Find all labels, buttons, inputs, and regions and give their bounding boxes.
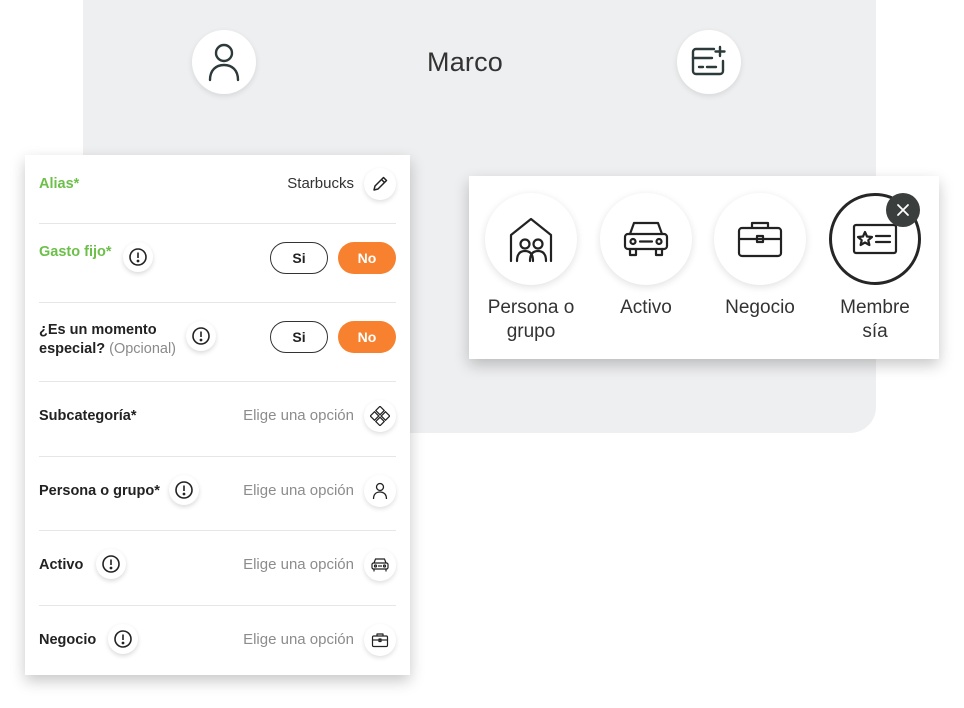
negocio-info-button[interactable]	[108, 624, 138, 654]
momento-especial-label-line1: ¿Es un momento	[39, 322, 157, 338]
activo-label: Activo	[39, 557, 84, 573]
pencil-icon	[373, 176, 388, 191]
car-icon	[623, 221, 669, 257]
optional-hint: (Opcional)	[109, 341, 177, 357]
membership-card-icon	[852, 223, 898, 255]
car-icon	[371, 558, 389, 572]
option-membresia-label-line2: sía	[862, 321, 888, 342]
category-selector-popup: Persona o grupo Activo Negocio Membre sí…	[469, 176, 939, 359]
subcategoria-label: Subcategoría*	[39, 408, 137, 424]
form-row-activo: Activo Elige una opción	[39, 530, 396, 606]
negocio-label: Negocio	[39, 632, 97, 648]
option-negocio-circle[interactable]	[714, 193, 806, 285]
info-icon	[129, 248, 147, 266]
gasto-fijo-info-button[interactable]	[123, 242, 153, 272]
briefcase-icon	[737, 221, 783, 258]
activo-info-button[interactable]	[96, 549, 126, 579]
negocio-button[interactable]	[364, 624, 396, 656]
info-icon	[192, 327, 210, 345]
option-membresia-label-line1: Membre	[840, 297, 910, 318]
option-membresia-label: Membre sía	[818, 296, 932, 344]
alias-value[interactable]: Starbucks	[287, 175, 354, 192]
add-card-icon	[691, 45, 726, 76]
option-activo-label: Activo	[620, 297, 672, 318]
expense-form: Alias* Starbucks Gasto fijo* Si No ¿Es u…	[25, 155, 410, 675]
close-icon	[897, 204, 909, 216]
momento-especial-si-button[interactable]: Si	[270, 321, 328, 353]
form-row-alias: Alias* Starbucks	[39, 155, 396, 224]
alias-label: Alias*	[39, 176, 80, 192]
user-icon	[372, 482, 388, 500]
briefcase-icon	[371, 633, 389, 648]
persona-grupo-button[interactable]	[364, 475, 396, 507]
momento-especial-toggle: Si No	[270, 321, 396, 353]
option-persona-grupo-circle[interactable]	[485, 193, 577, 285]
momento-especial-no-button[interactable]: No	[338, 321, 396, 353]
subcategoria-value[interactable]: Elige una opción	[243, 407, 354, 424]
info-icon	[114, 630, 132, 648]
info-icon	[102, 555, 120, 573]
option-negocio-label: Negocio	[725, 297, 795, 318]
user-name: Marco	[427, 47, 504, 77]
negocio-value[interactable]: Elige una opción	[243, 631, 354, 648]
activo-value[interactable]: Elige una opción	[243, 556, 354, 573]
activo-button[interactable]	[364, 549, 396, 581]
option-persona-grupo-label-line2: grupo	[506, 321, 556, 342]
form-row-gasto-fijo: Gasto fijo* Si No	[39, 223, 396, 303]
option-negocio[interactable]: Negocio	[703, 193, 817, 320]
form-row-momento-especial: ¿Es un momento especial? (Opcional) Si N…	[39, 302, 396, 382]
form-row-negocio: Negocio Elige una opción	[39, 605, 396, 675]
momento-especial-info-button[interactable]	[186, 321, 216, 351]
persona-grupo-info-button[interactable]	[169, 475, 199, 505]
form-row-subcategoria: Subcategoría* Elige una opción	[39, 381, 396, 457]
edit-alias-button[interactable]	[364, 168, 396, 200]
info-icon	[175, 481, 193, 499]
deselect-option-button[interactable]	[886, 193, 920, 227]
momento-especial-label: ¿Es un momento especial? (Opcional)	[39, 321, 176, 359]
option-activo[interactable]: Activo	[589, 193, 703, 320]
gasto-fijo-no-button[interactable]: No	[338, 242, 396, 274]
option-activo-circle[interactable]	[600, 193, 692, 285]
option-persona-grupo-label: Persona o grupo	[474, 296, 588, 344]
profile-button[interactable]	[192, 30, 256, 94]
categories-icon	[370, 406, 390, 426]
persona-grupo-value[interactable]: Elige una opción	[243, 482, 354, 499]
momento-especial-label-line2: especial?	[39, 341, 106, 357]
group-home-icon	[509, 217, 553, 263]
subcategoria-button[interactable]	[364, 400, 396, 432]
user-icon	[208, 43, 240, 82]
form-row-persona-grupo: Persona o grupo* Elige una opción	[39, 456, 396, 531]
gasto-fijo-label: Gasto fijo*	[39, 244, 112, 260]
persona-grupo-label: Persona o grupo*	[39, 483, 160, 499]
gasto-fijo-toggle: Si No	[270, 242, 396, 274]
option-persona-grupo-label-line1: Persona o	[487, 297, 575, 318]
add-card-button[interactable]	[677, 30, 741, 94]
gasto-fijo-si-button[interactable]: Si	[270, 242, 328, 274]
option-persona-grupo[interactable]: Persona o grupo	[474, 193, 588, 344]
